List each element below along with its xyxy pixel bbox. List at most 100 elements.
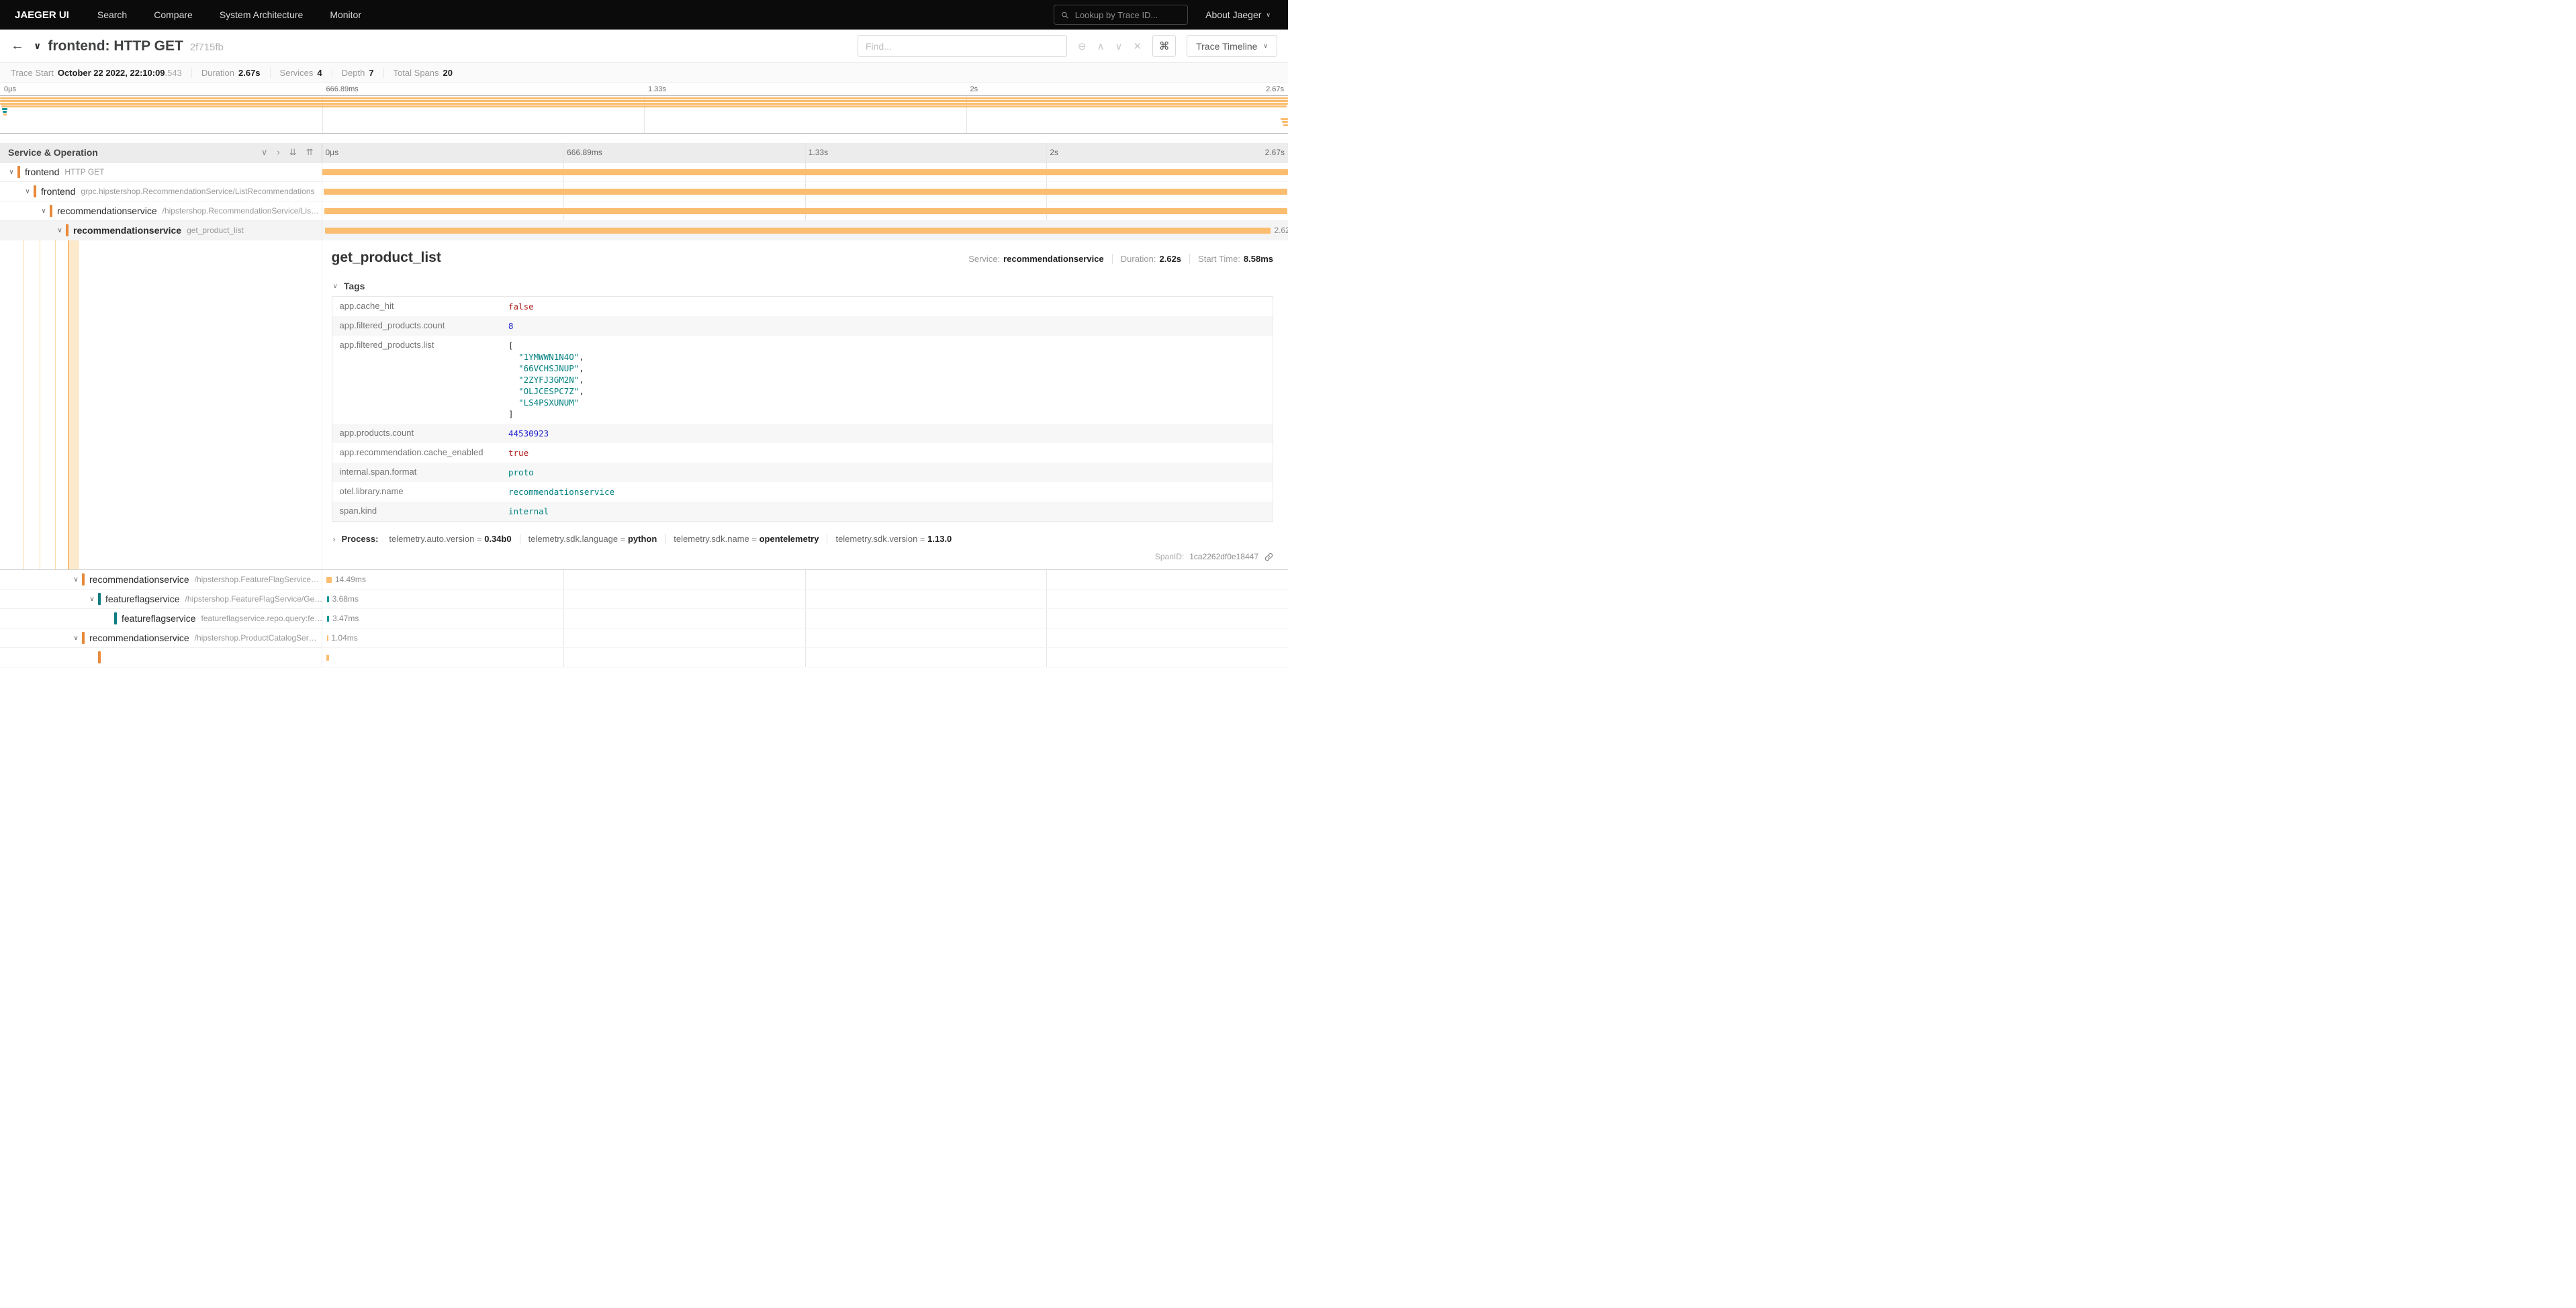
service-name: recommendationservice — [89, 633, 189, 643]
span-bar[interactable] — [327, 596, 329, 602]
summary-label: Total Spans — [394, 68, 439, 78]
span-row[interactable]: ∨featureflagservice/hipstershop.FeatureF… — [0, 590, 1288, 609]
span-row[interactable]: ∨recommendationservice/hipstershop.Recom… — [0, 201, 1288, 221]
span-name-cell[interactable]: ∨featureflagservice/hipstershop.FeatureF… — [0, 590, 322, 609]
link-icon[interactable] — [1264, 553, 1273, 561]
tag-key: app.filtered_products.list — [332, 336, 501, 424]
span-bar-cell[interactable]: 1.04ms — [322, 628, 1289, 648]
process-label: Process: — [342, 534, 379, 544]
span-bar-cell[interactable]: 3.47ms — [322, 609, 1289, 628]
span-bar-cell[interactable] — [322, 648, 1289, 667]
process-tag: telemetry.sdk.name = opentelemetry — [665, 534, 827, 544]
expand-one-icon[interactable]: › — [277, 147, 279, 158]
expand-all-icon[interactable]: ⇈ — [306, 147, 314, 158]
app-logo[interactable]: JAEGER UI — [0, 9, 84, 21]
chevron-down-icon[interactable]: ∨ — [38, 207, 50, 215]
keyboard-shortcuts-button[interactable]: ⌘ — [1152, 35, 1176, 57]
tags-section-toggle[interactable]: ∨ Tags — [332, 278, 1274, 296]
chevron-down-icon[interactable]: ∨ — [70, 635, 82, 642]
span-name-cell[interactable]: ∨ recommendationservice/hipstershop.Featu… — [0, 570, 322, 590]
nav-item-system-architecture[interactable]: System Architecture — [206, 0, 317, 30]
span-bar[interactable] — [327, 635, 328, 641]
process-row[interactable]: › Process: telemetry.auto.version = 0.34… — [332, 534, 1274, 544]
back-button[interactable]: ← — [11, 38, 34, 54]
trace-minimap[interactable] — [0, 95, 1288, 134]
operation-name: featureflagservice.repo.query:fe… — [201, 614, 322, 623]
chevron-down-icon[interactable]: ∨ — [70, 576, 82, 583]
tick-label: 0μs — [0, 85, 16, 93]
span-name-cell[interactable]: ∨recommendationservice/hipstershop.Produ… — [0, 628, 322, 648]
find-clear-icon[interactable]: ✕ — [1134, 40, 1142, 52]
trace-lookup-search[interactable] — [1054, 5, 1188, 25]
operation-name: get_product_list — [187, 226, 244, 235]
span-bar[interactable] — [326, 655, 329, 661]
chevron-down-icon: ∨ — [333, 283, 338, 290]
timeline-header-left: Service & Operation ∨ › ⇊ ⇈ — [0, 143, 322, 162]
operation-name: /hipstershop.RecommendationService/Lis… — [163, 206, 319, 216]
span-bar[interactable] — [324, 208, 1287, 214]
summary-value: 7 — [369, 68, 373, 78]
span-name-cell[interactable]: ∨recommendationservice/hipstershop.Recom… — [0, 201, 322, 221]
detail-meta-item: Service:recommendationservice — [960, 254, 1112, 264]
span-bar[interactable] — [327, 616, 329, 622]
span-name-cell[interactable]: ∨frontendgrpc.hipstershop.Recommendation… — [0, 182, 322, 201]
trace-title-text: frontend: HTTP GET — [48, 38, 183, 54]
span-row[interactable]: ∨frontendgrpc.hipstershop.Recommendation… — [0, 182, 1288, 201]
chevron-down-icon[interactable]: ∨ — [21, 188, 34, 195]
trace-collapse-toggle[interactable]: ∨ — [34, 40, 41, 52]
json-string: "2ZYFJ3GM2N" — [518, 375, 579, 385]
service-color-strip — [82, 632, 85, 644]
collapse-one-icon[interactable]: ∨ — [261, 147, 268, 158]
span-name-cell[interactable]: ∨frontendHTTP GET — [0, 162, 322, 182]
collapse-all-icon[interactable]: ⇊ — [289, 147, 297, 158]
minimap-span-bar — [2, 108, 7, 110]
find-next-icon[interactable]: ∨ — [1115, 40, 1123, 52]
about-jaeger-menu[interactable]: About Jaeger ∨ — [1201, 9, 1288, 20]
detail-meta-value: recommendationservice — [1003, 254, 1104, 264]
chevron-down-icon[interactable]: ∨ — [5, 169, 17, 176]
span-row[interactable]: ∨recommendationservice/hipstershop.Produ… — [0, 628, 1288, 648]
nav-item-compare[interactable]: Compare — [140, 0, 206, 30]
trace-view-selector[interactable]: Trace Timeline ∨ — [1187, 35, 1277, 57]
span-row[interactable]: featureflagservicefeatureflagservice.rep… — [0, 609, 1288, 628]
span-bar[interactable] — [326, 577, 332, 583]
zoom-out-icon[interactable]: ⊖ — [1078, 40, 1087, 52]
tag-key: app.recommendation.cache_enabled — [332, 443, 501, 463]
tag-key: app.products.count — [332, 424, 501, 443]
find-input[interactable] — [858, 35, 1067, 57]
trace-lookup-input[interactable] — [1074, 9, 1181, 21]
span-bar[interactable] — [324, 189, 1288, 195]
service-name: recommendationservice — [89, 574, 189, 585]
service-color-strip — [114, 612, 117, 624]
summary-label: Services — [280, 68, 314, 78]
span-bar-cell[interactable]: 2.62s — [322, 221, 1289, 240]
span-name-cell[interactable] — [0, 648, 322, 667]
span-row[interactable]: ∨ recommendationservice/hipstershop.Featu… — [0, 570, 1288, 590]
chevron-down-icon[interactable]: ∨ — [86, 596, 98, 603]
span-bar[interactable] — [325, 228, 1271, 234]
tick-label: 2.67s — [1266, 85, 1284, 93]
chevron-right-icon: › — [333, 534, 336, 544]
span-bar-cell[interactable] — [322, 182, 1289, 201]
detail-meta-value: 8.58ms — [1244, 254, 1273, 264]
minimap-span-bar — [0, 103, 1288, 105]
nav-item-monitor[interactable]: Monitor — [316, 0, 375, 30]
span-bar-cell[interactable] — [322, 201, 1289, 221]
chevron-down-icon[interactable]: ∨ — [54, 227, 66, 234]
span-bar-cell[interactable] — [322, 162, 1289, 182]
summary-label: Duration — [201, 68, 234, 78]
tag-row: span.kindinternal — [332, 502, 1273, 522]
span-row[interactable] — [0, 648, 1288, 667]
span-row[interactable]: ∨frontendHTTP GET — [0, 162, 1288, 182]
span-name-cell[interactable]: featureflagservicefeatureflagservice.rep… — [0, 609, 322, 628]
operation-name: /hipstershop.FeatureFlagService… — [195, 575, 319, 584]
nav-item-search[interactable]: Search — [84, 0, 140, 30]
summary-value: 2.67s — [238, 68, 261, 78]
span-row[interactable]: ∨recommendationserviceget_product_list2.… — [0, 221, 1288, 240]
span-id-row: SpanID: 1ca2262df0e18447 — [332, 552, 1274, 561]
span-bar[interactable] — [322, 169, 1289, 175]
span-name-cell[interactable]: ∨recommendationserviceget_product_list — [0, 221, 322, 240]
span-bar-cell[interactable]: 3.68ms — [322, 590, 1289, 609]
span-bar-cell[interactable]: 14.49ms — [322, 570, 1289, 590]
find-prev-icon[interactable]: ∧ — [1097, 40, 1105, 52]
